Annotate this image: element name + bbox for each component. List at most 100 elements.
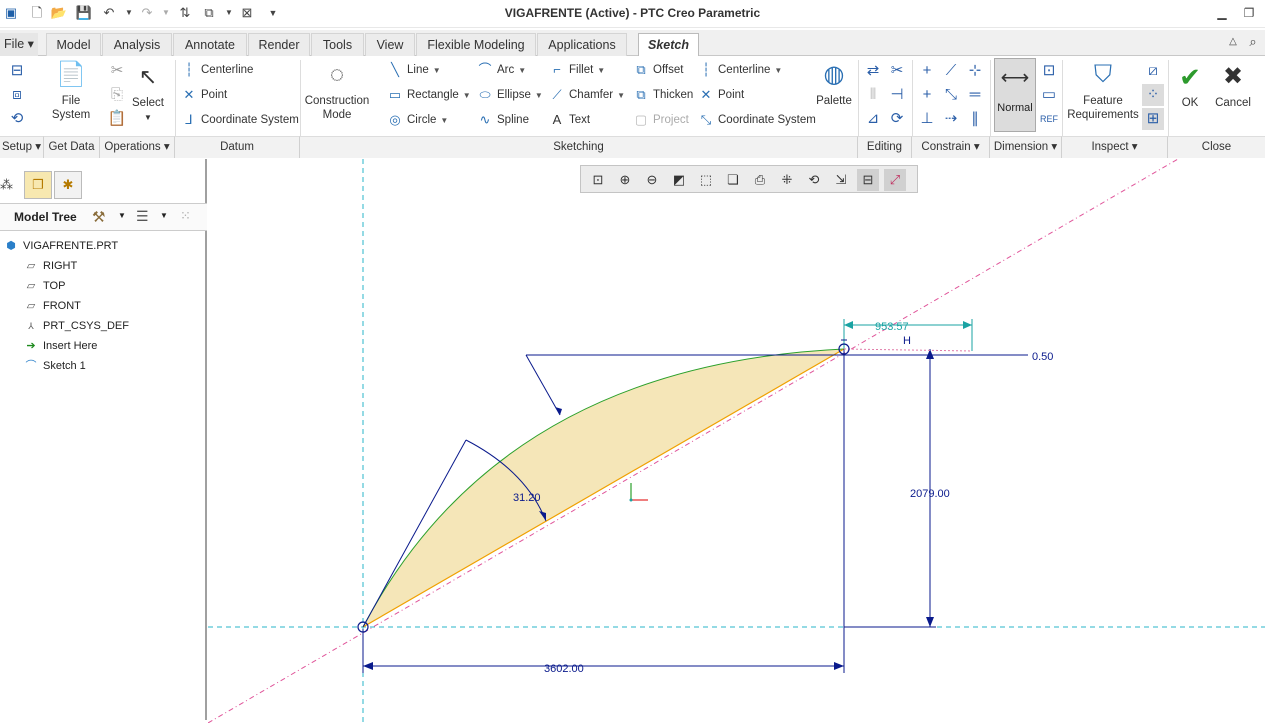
datum-centerline-button[interactable]: ┆ Centerline	[181, 60, 253, 80]
sketch-point-button[interactable]: ✕ Point	[698, 85, 745, 105]
tab-analysis[interactable]: Analysis	[102, 33, 172, 56]
rotate-resize-icon[interactable]: ⟳	[886, 108, 908, 130]
symmetric-constraint-icon[interactable]: ⇢	[940, 108, 962, 130]
tree-item-csys[interactable]: ⅄ PRT_CSYS_DEF	[24, 317, 129, 335]
text-button[interactable]: A Text	[549, 110, 590, 130]
tab-render[interactable]: Render	[248, 33, 310, 56]
tree-item-sketch[interactable]: ⌒ Sketch 1	[24, 357, 86, 375]
overlapping-geometry-icon[interactable]: ⧄	[1142, 60, 1164, 82]
sketch-coordinate-system-button[interactable]: ⤡ Coordinate System	[698, 110, 816, 130]
reference-icon[interactable]: ⟲	[6, 108, 28, 130]
baseline-dimension-icon[interactable]: ▭	[1038, 84, 1060, 106]
palette-icon: ◍	[823, 61, 845, 88]
cut-icon[interactable]: ✂	[106, 60, 128, 82]
arc-button[interactable]: ⌒ Arc ▼	[477, 60, 526, 80]
highlight-open-ends-icon[interactable]: ⁘	[1142, 84, 1164, 106]
tree-item-insert-here[interactable]: ➔ Insert Here	[24, 337, 97, 355]
thicken-button[interactable]: ⧉ Thicken	[633, 85, 693, 105]
model-tree-tab-icon[interactable]: ⁂	[0, 177, 13, 193]
mirror-icon[interactable]: ⫴	[862, 84, 884, 106]
maximize-icon[interactable]: ❐	[1241, 5, 1257, 21]
paste-icon[interactable]: 📋	[106, 108, 128, 130]
text-icon: A	[552, 111, 562, 127]
tab-tools[interactable]: Tools	[311, 33, 364, 56]
small-dimension[interactable]: 0.50	[1032, 351, 1053, 363]
divide-icon[interactable]: ⊣	[886, 84, 908, 106]
favorites-tab-icon[interactable]: ✱	[54, 171, 82, 199]
minimize-icon[interactable]: ▁	[1214, 5, 1230, 21]
group-constrain[interactable]: Constrain ▾	[912, 136, 990, 158]
tools-dropdown-icon[interactable]: ▼	[118, 211, 126, 220]
sketch-setup-icon[interactable]: ⊟	[6, 60, 28, 82]
circle-button[interactable]: ◎ Circle ▼	[387, 110, 448, 130]
datum-coordinate-system-button[interactable]: ⅃ Coordinate System	[181, 110, 298, 130]
circle-icon: ◎	[389, 111, 401, 127]
project-button[interactable]: ▢ Project	[633, 110, 689, 130]
settings-dropdown-icon[interactable]: ▼	[160, 211, 168, 220]
cancel-button[interactable]: ✖ Cancel	[1212, 62, 1254, 110]
normal-dimension-button[interactable]: ⟷ Normal	[994, 58, 1036, 132]
shade-closed-loops-icon[interactable]: ⊞	[1142, 108, 1164, 130]
group-dimension[interactable]: Dimension ▾	[990, 136, 1062, 158]
vertical-constraint-icon[interactable]: +	[916, 60, 938, 82]
sketch-centerline-button[interactable]: ┆ Centerline ▼	[698, 60, 782, 80]
tab-flexible-modeling[interactable]: Flexible Modeling	[416, 33, 536, 56]
coincident-constraint-icon[interactable]: ⤡	[940, 84, 962, 106]
tree-item-top[interactable]: ▱ TOP	[24, 277, 66, 295]
copy-icon[interactable]: ⎘	[106, 84, 128, 106]
tab-applications[interactable]: Applications	[537, 33, 627, 56]
angle-dimension[interactable]: 31.20	[513, 492, 541, 504]
rectangle-button[interactable]: ▭ Rectangle ▼	[387, 85, 471, 105]
ellipse-icon: ⬭	[479, 86, 491, 102]
midpoint-constraint-icon[interactable]: ⊹	[964, 60, 986, 82]
search-icon[interactable]: ⌕	[1244, 33, 1262, 51]
modify-icon[interactable]: ⇄	[862, 60, 884, 82]
filter-icon[interactable]: ⁙	[180, 208, 191, 224]
tangent-constraint-icon[interactable]: ⟋	[940, 60, 962, 82]
tools-icon[interactable]: ⚒	[92, 208, 105, 226]
point-icon: ✕	[700, 86, 712, 102]
tab-model[interactable]: Model	[46, 33, 101, 56]
file-system-button[interactable]: 📄 File System	[50, 60, 92, 122]
horizontal-constraint-icon[interactable]: +	[916, 84, 938, 106]
ellipse-button[interactable]: ⬭ Ellipse ▼	[477, 85, 542, 105]
sketch-view-icon[interactable]: ⧈	[6, 84, 28, 106]
tab-view[interactable]: View	[365, 33, 415, 56]
spline-button[interactable]: ∿ Spline	[477, 110, 529, 130]
tab-annotate[interactable]: Annotate	[173, 33, 247, 56]
feature-requirements-button[interactable]: ⛉ Feature Requirements	[1066, 60, 1140, 122]
select-button[interactable]: ↖ Select ▼	[130, 62, 166, 125]
height-dimension[interactable]: 2079.00	[910, 488, 950, 500]
tree-item-front[interactable]: ▱ FRONT	[24, 297, 81, 315]
tab-sketch[interactable]: Sketch	[638, 33, 699, 57]
construction-line	[208, 159, 1179, 723]
fillet-button[interactable]: ⌐ Fillet ▼	[549, 60, 605, 80]
ok-button[interactable]: ✔ OK	[1172, 62, 1208, 110]
group-operations[interactable]: Operations ▾	[100, 136, 175, 158]
parallel-constraint-icon[interactable]: ∥	[964, 108, 986, 130]
delete-segment-icon[interactable]: ✂	[886, 60, 908, 82]
chamfer-button[interactable]: ⟋ Chamfer ▼	[549, 85, 625, 105]
offset-button[interactable]: ⧉ Offset	[633, 60, 683, 80]
graphics-area[interactable]: ⊡ ⊕ ⊖ ◩ ⬚ ❏ ⎙ ⁜ ⟲ ⇲ ⊟ ⤢ 31.20 953.57 H 0…	[208, 159, 1265, 723]
tree-item-part[interactable]: ⬢ VIGAFRENTE.PRT	[4, 237, 118, 255]
offset-dimension[interactable]: 953.57	[875, 321, 909, 333]
group-setup[interactable]: Setup ▾	[0, 136, 44, 158]
tab-file[interactable]: File ▾	[0, 33, 38, 56]
tree-item-right[interactable]: ▱ RIGHT	[24, 257, 77, 275]
palette-button[interactable]: ◍ Palette	[812, 60, 856, 108]
settings-list-icon[interactable]: ☰	[136, 208, 149, 225]
sketch-chord-line[interactable]	[362, 348, 845, 628]
equal-constraint-icon[interactable]: ═	[964, 84, 986, 106]
perimeter-dimension-icon[interactable]: ⊡	[1038, 60, 1060, 82]
datum-point-button[interactable]: ✕ Point	[181, 85, 228, 105]
perpendicular-constraint-icon[interactable]: ⊥	[916, 108, 938, 130]
construction-mode-button[interactable]: ◌ Construction Mode	[304, 60, 370, 122]
line-button[interactable]: ╲ Line ▼	[387, 60, 441, 80]
collapse-ribbon-icon[interactable]: △	[1224, 33, 1242, 51]
folder-browser-tab-icon[interactable]: ❐	[24, 171, 52, 199]
group-inspect[interactable]: Inspect ▾	[1062, 136, 1168, 158]
corner-icon[interactable]: ⊿	[862, 108, 884, 130]
width-dimension[interactable]: 3602.00	[544, 663, 584, 675]
reference-dimension-icon[interactable]: REF	[1038, 108, 1060, 130]
